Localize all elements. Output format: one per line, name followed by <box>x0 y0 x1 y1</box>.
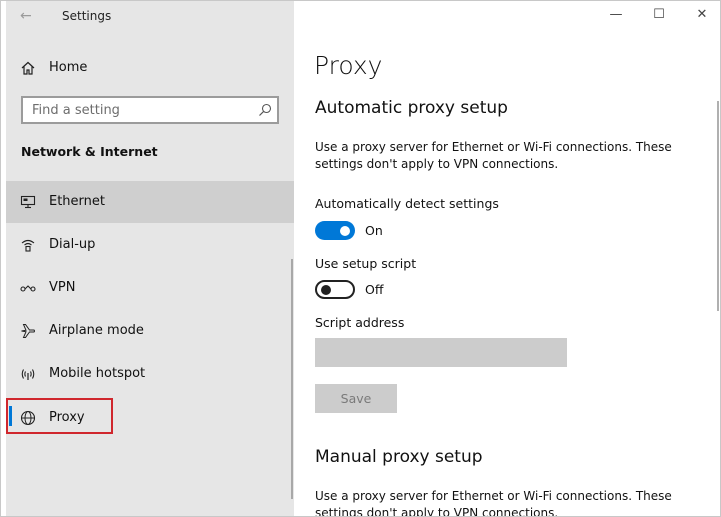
back-arrow-icon[interactable]: ← <box>20 8 36 24</box>
setup-script-toggle[interactable] <box>315 280 355 299</box>
save-button[interactable]: Save <box>315 384 397 413</box>
airplane-icon <box>21 324 35 338</box>
sidebar-item-airplane-mode[interactable]: Airplane mode <box>6 310 294 352</box>
sidebar-item-label: Mobile hotspot <box>49 366 146 381</box>
automatic-proxy-description: Use a proxy server for Ethernet or Wi-Fi… <box>315 140 672 171</box>
sidebar-item-home[interactable]: Home <box>6 53 294 83</box>
dialup-icon <box>21 239 35 252</box>
sidebar-item-label: Airplane mode <box>49 323 144 338</box>
detect-settings-label: Automatically detect settings <box>315 196 499 211</box>
sidebar-item-ethernet[interactable]: Ethernet <box>6 181 294 223</box>
sidebar-item-dialup[interactable]: Dial-up <box>6 224 294 266</box>
sidebar-item-vpn[interactable]: VPN <box>6 267 294 309</box>
maximize-icon[interactable]: ☐ <box>651 7 667 23</box>
toggle-knob <box>340 225 350 236</box>
section-title: Network & Internet <box>21 144 158 159</box>
setup-script-label: Use setup script <box>315 256 417 271</box>
sidebar-item-label: Dial-up <box>49 237 96 252</box>
sidebar: ← Settings Home Find a setting Network &… <box>6 1 294 516</box>
toggle-knob <box>321 284 331 295</box>
home-icon <box>21 61 35 75</box>
sidebar-scrollbar[interactable] <box>291 259 293 499</box>
minimize-icon[interactable]: — <box>608 7 624 23</box>
setup-script-state: Off <box>365 282 384 297</box>
sidebar-item-label: Ethernet <box>49 194 105 209</box>
vpn-icon <box>20 285 36 292</box>
manual-proxy-heading: Manual proxy setup <box>315 447 483 467</box>
title-bar: ← Settings <box>6 1 294 33</box>
search-placeholder: Find a setting <box>32 103 120 118</box>
script-address-input[interactable] <box>315 338 567 367</box>
manual-proxy-description: Use a proxy server for Ethernet or Wi-Fi… <box>315 489 672 517</box>
close-icon[interactable]: ✕ <box>694 7 710 23</box>
search-input[interactable]: Find a setting <box>21 96 279 124</box>
app-title: Settings <box>62 9 112 23</box>
detect-settings-state: On <box>365 223 383 238</box>
search-icon[interactable] <box>258 103 272 117</box>
main-scrollbar[interactable] <box>717 101 719 311</box>
detect-settings-toggle[interactable] <box>315 221 355 240</box>
page-title: Proxy <box>314 51 383 80</box>
automatic-proxy-heading: Automatic proxy setup <box>315 98 508 118</box>
main-content: — ☐ ✕ Proxy Automatic proxy setup Use a … <box>294 1 720 517</box>
sidebar-item-label: Home <box>49 60 88 75</box>
sidebar-item-mobile-hotspot[interactable]: Mobile hotspot <box>6 353 294 395</box>
settings-window: ← Settings Home Find a setting Network &… <box>0 0 721 517</box>
sidebar-item-label: VPN <box>49 280 76 295</box>
proxy-highlight-box <box>6 398 113 434</box>
hotspot-icon <box>21 369 35 380</box>
script-address-label: Script address <box>315 315 405 330</box>
ethernet-icon <box>20 195 36 209</box>
